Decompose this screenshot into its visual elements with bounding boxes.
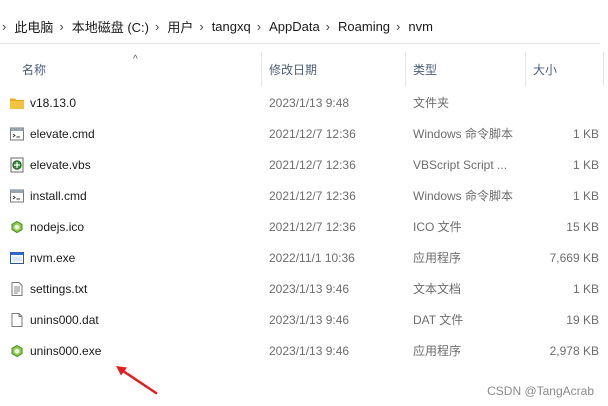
column-header-size[interactable]: 大小 xyxy=(533,52,603,86)
file-size: 1 KB xyxy=(572,157,599,172)
chevron-right-icon[interactable]: › xyxy=(199,19,203,34)
file-row[interactable]: nvm.exe 2022/11/1 10:36 应用程序 7,669 KB xyxy=(0,242,608,273)
file-row[interactable]: install.cmd 2021/12/7 12:36 Windows 命令脚本… xyxy=(0,180,608,211)
chevron-right-icon[interactable]: › xyxy=(155,19,159,34)
address-bar[interactable]: › 此电脑 › 本地磁盘 (C:) › 用户 › tangxq › AppDat… xyxy=(0,0,608,50)
file-name: settings.txt xyxy=(30,281,88,296)
file-name: nodejs.ico xyxy=(30,219,85,234)
exe-window-icon xyxy=(10,252,24,264)
file-type: 文件夹 xyxy=(413,96,450,110)
watermark: CSDN @TangAcrab xyxy=(487,384,594,398)
file-date: 2021/12/7 12:36 xyxy=(269,188,356,203)
chevron-right-icon[interactable]: › xyxy=(59,19,63,34)
blank-file-icon xyxy=(11,313,23,327)
file-row[interactable]: elevate.cmd 2021/12/7 12:36 Windows 命令脚本… xyxy=(0,118,608,149)
file-type: DAT 文件 xyxy=(413,313,464,327)
file-size: 1 KB xyxy=(572,126,599,141)
file-type: ICO 文件 xyxy=(413,220,462,234)
file-size: 2,978 KB xyxy=(549,343,599,358)
file-date: 2021/12/7 12:36 xyxy=(269,219,356,234)
column-divider[interactable] xyxy=(405,52,406,86)
file-size: 1 KB xyxy=(572,188,599,203)
file-name: install.cmd xyxy=(30,188,87,203)
column-divider[interactable] xyxy=(525,52,526,86)
file-type: 应用程序 xyxy=(413,251,462,265)
folder-icon xyxy=(10,98,24,109)
breadcrumb-item-user[interactable]: tangxq xyxy=(212,19,251,34)
file-name: nvm.exe xyxy=(30,250,76,265)
chevron-right-icon[interactable]: › xyxy=(257,19,261,34)
file-size: 19 KB xyxy=(566,312,599,327)
breadcrumb-item-appdata[interactable]: AppData xyxy=(269,19,320,34)
file-name: elevate.cmd xyxy=(30,126,95,141)
file-date: 2022/11/1 10:36 xyxy=(269,250,355,265)
file-name: v18.13.0 xyxy=(30,95,77,110)
file-name: unins000.exe xyxy=(30,343,102,358)
nodejs-icon xyxy=(11,344,23,358)
file-type: Windows 命令脚本 xyxy=(413,127,514,141)
red-arrow-annotation xyxy=(116,366,158,395)
file-size: 7,669 KB xyxy=(549,250,599,265)
chevron-right-icon[interactable]: › xyxy=(2,19,6,34)
chevron-right-icon[interactable]: › xyxy=(396,19,400,34)
file-row[interactable]: unins000.dat 2023/1/13 9:46 DAT 文件 19 KB xyxy=(0,304,608,335)
column-divider[interactable] xyxy=(603,52,604,86)
breadcrumb-item-users[interactable]: 用户 xyxy=(167,17,193,36)
file-row[interactable]: nodejs.ico 2021/12/7 12:36 ICO 文件 15 KB xyxy=(0,211,608,242)
column-header-name[interactable]: 名称 xyxy=(22,52,260,86)
column-header-row: ^ 名称 修改日期 类型 大小 xyxy=(0,52,608,86)
chevron-right-icon[interactable]: › xyxy=(326,19,330,34)
file-type: 文本文档 xyxy=(413,282,462,296)
text-file-icon xyxy=(11,282,23,296)
file-date: 2023/1/13 9:46 xyxy=(269,312,350,327)
file-row[interactable]: v18.13.0 2023/1/13 9:48 文件夹 xyxy=(0,87,608,118)
file-date: 2023/1/13 9:46 xyxy=(269,343,350,358)
file-size: 15 KB xyxy=(566,219,599,234)
breadcrumb: › 此电脑 › 本地磁盘 (C:) › 用户 › tangxq › AppDat… xyxy=(0,10,600,44)
file-date: 2021/12/7 12:36 xyxy=(269,126,356,141)
column-header-type[interactable]: 类型 xyxy=(413,52,523,86)
file-row[interactable]: settings.txt 2023/1/13 9:46 文本文档 1 KB xyxy=(0,273,608,304)
file-name: unins000.dat xyxy=(30,312,99,327)
file-type: VBScript Script ... xyxy=(413,157,508,172)
column-divider[interactable] xyxy=(261,52,262,86)
file-row[interactable]: unins000.exe 2023/1/13 9:46 应用程序 2,978 K… xyxy=(0,335,608,366)
cmd-file-icon xyxy=(10,189,24,203)
file-size: 1 KB xyxy=(572,281,599,296)
vbs-file-icon xyxy=(10,157,24,173)
breadcrumb-item-this-pc[interactable]: 此电脑 xyxy=(14,17,53,36)
file-type: 应用程序 xyxy=(413,344,462,358)
file-date: 2023/1/13 9:48 xyxy=(269,95,350,110)
column-header-date[interactable]: 修改日期 xyxy=(269,52,405,86)
file-date: 2021/12/7 12:36 xyxy=(269,157,356,172)
breadcrumb-item-roaming[interactable]: Roaming xyxy=(338,19,390,34)
file-date: 2023/1/13 9:46 xyxy=(269,281,350,296)
file-row[interactable]: elevate.vbs 2021/12/7 12:36 VBScript Scr… xyxy=(0,149,608,180)
file-type: Windows 命令脚本 xyxy=(413,189,514,203)
file-name: elevate.vbs xyxy=(30,157,91,172)
cmd-file-icon xyxy=(10,127,24,141)
nodejs-icon xyxy=(11,220,23,234)
breadcrumb-item-drive-c[interactable]: 本地磁盘 (C:) xyxy=(72,17,149,36)
breadcrumb-item-nvm[interactable]: nvm xyxy=(408,19,433,34)
